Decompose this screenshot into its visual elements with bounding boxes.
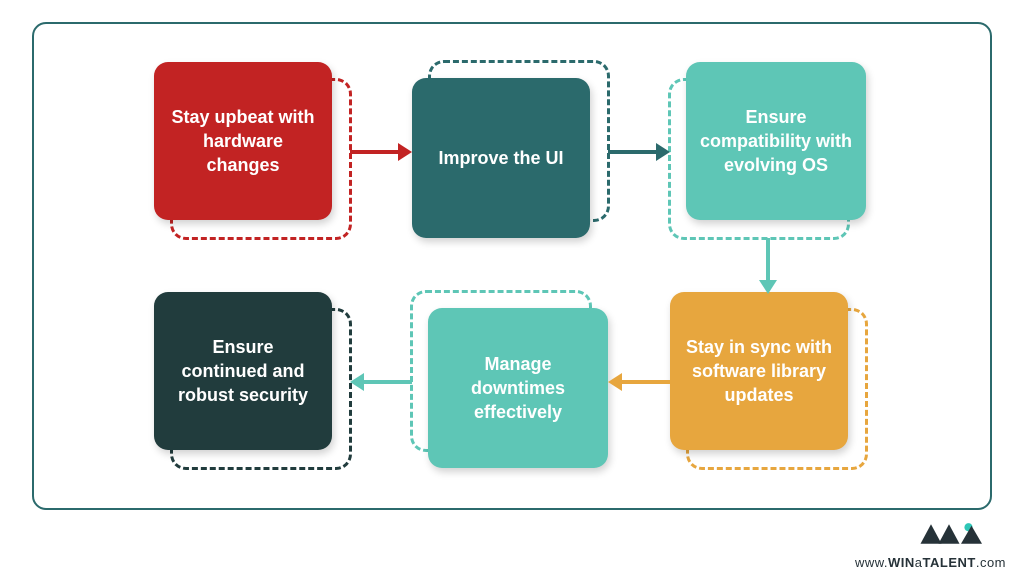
arrow-n1-n2 (350, 142, 412, 162)
node-box: Manage downtimes effectively (428, 308, 608, 468)
node-label: Stay in sync with software library updat… (684, 335, 834, 408)
diagram-frame: Stay upbeat with hardware changes Improv… (32, 22, 992, 510)
brand-url-prefix: www. (855, 555, 888, 570)
node-box: Stay in sync with software library updat… (670, 292, 848, 450)
brand-url-suffix: .com (976, 555, 1006, 570)
node-label: Ensure continued and robust security (168, 335, 318, 408)
node-manage-downtimes: Manage downtimes effectively (412, 292, 608, 468)
arrow-n3-n4 (758, 238, 778, 294)
node-box: Stay upbeat with hardware changes (154, 62, 332, 220)
arrow-n2-n3 (608, 142, 670, 162)
brand-url-a: a (915, 555, 923, 570)
node-hardware-changes: Stay upbeat with hardware changes (154, 62, 350, 238)
node-box: Ensure compatibility with evolving OS (686, 62, 866, 220)
diagram-canvas: Stay upbeat with hardware changes Improv… (34, 24, 990, 508)
brand-url-talent: TALENT (923, 555, 976, 570)
node-improve-ui: Improve the UI (412, 62, 608, 238)
node-box: Improve the UI (412, 78, 590, 238)
arrow-n4-n5 (608, 372, 670, 392)
brand-footer: www.WINaTALENT.com (855, 515, 1006, 570)
brand-url: www.WINaTALENT.com (855, 555, 1006, 570)
node-library-updates: Stay in sync with software library updat… (670, 292, 866, 468)
brand-url-win: WIN (888, 555, 915, 570)
node-label: Stay upbeat with hardware changes (168, 105, 318, 178)
node-label: Improve the UI (438, 146, 563, 170)
node-robust-security: Ensure continued and robust security (154, 292, 350, 468)
node-box: Ensure continued and robust security (154, 292, 332, 450)
node-label: Ensure compatibility with evolving OS (700, 105, 852, 178)
node-os-compatibility: Ensure compatibility with evolving OS (670, 62, 866, 238)
winatalent-logo-icon (916, 515, 1006, 553)
arrow-n5-n6 (350, 372, 412, 392)
node-label: Manage downtimes effectively (442, 352, 594, 425)
